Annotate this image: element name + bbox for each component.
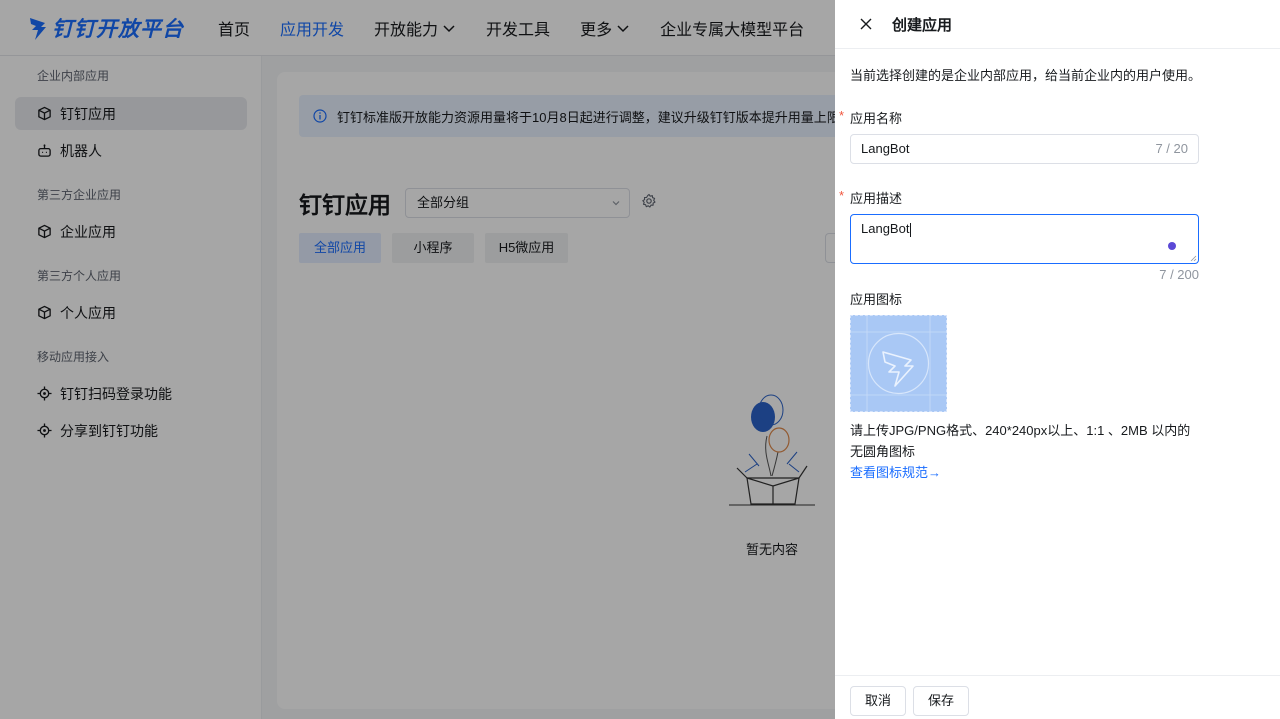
app-name-label-text: 应用名称 — [850, 111, 903, 126]
app-name-label: * 应用名称 — [839, 108, 903, 127]
required-mark: * — [839, 108, 845, 123]
app-icon-hint: 请上传JPG/PNG格式、240*240px以上、1:1 、2MB 以内的无圆角… — [850, 423, 1191, 459]
grammarly-dot-icon[interactable] — [1168, 242, 1176, 250]
app-desc-label: * 应用描述 — [839, 188, 903, 207]
resize-handle-icon[interactable] — [1190, 255, 1197, 262]
app-desc-value: LangBot — [861, 221, 910, 236]
app-name-count: 7 / 20 — [1155, 141, 1188, 156]
app-desc-label-text: 应用描述 — [850, 191, 903, 206]
icon-spec-link[interactable]: 查看图标规范→ — [850, 462, 941, 481]
cancel-button[interactable]: 取消 — [850, 686, 906, 716]
drawer-description: 当前选择创建的是企业内部应用，给当前企业内的用户使用。 — [850, 68, 1202, 83]
app-icon-label: 应用图标 — [850, 292, 903, 307]
app-desc-textarea[interactable]: LangBot — [850, 214, 1199, 264]
save-button[interactable]: 保存 — [913, 686, 969, 716]
drawer-footer: 取消 保存 — [835, 675, 1280, 719]
text-cursor — [910, 222, 912, 237]
close-icon[interactable] — [859, 17, 873, 31]
required-mark: * — [839, 188, 845, 203]
app-name-input[interactable]: LangBot 7 / 20 — [850, 134, 1199, 164]
drawer-title: 创建应用 — [892, 16, 953, 34]
dingtalk-placeholder-icon — [851, 316, 946, 411]
app-name-value: LangBot — [861, 141, 910, 156]
drawer-header: 创建应用 — [835, 0, 1280, 49]
app-desc-count: 7 / 200 — [1159, 267, 1199, 282]
app-icon-upload[interactable] — [850, 315, 947, 412]
create-app-drawer: 创建应用 当前选择创建的是企业内部应用，给当前企业内的用户使用。 * 应用名称 … — [835, 0, 1280, 719]
